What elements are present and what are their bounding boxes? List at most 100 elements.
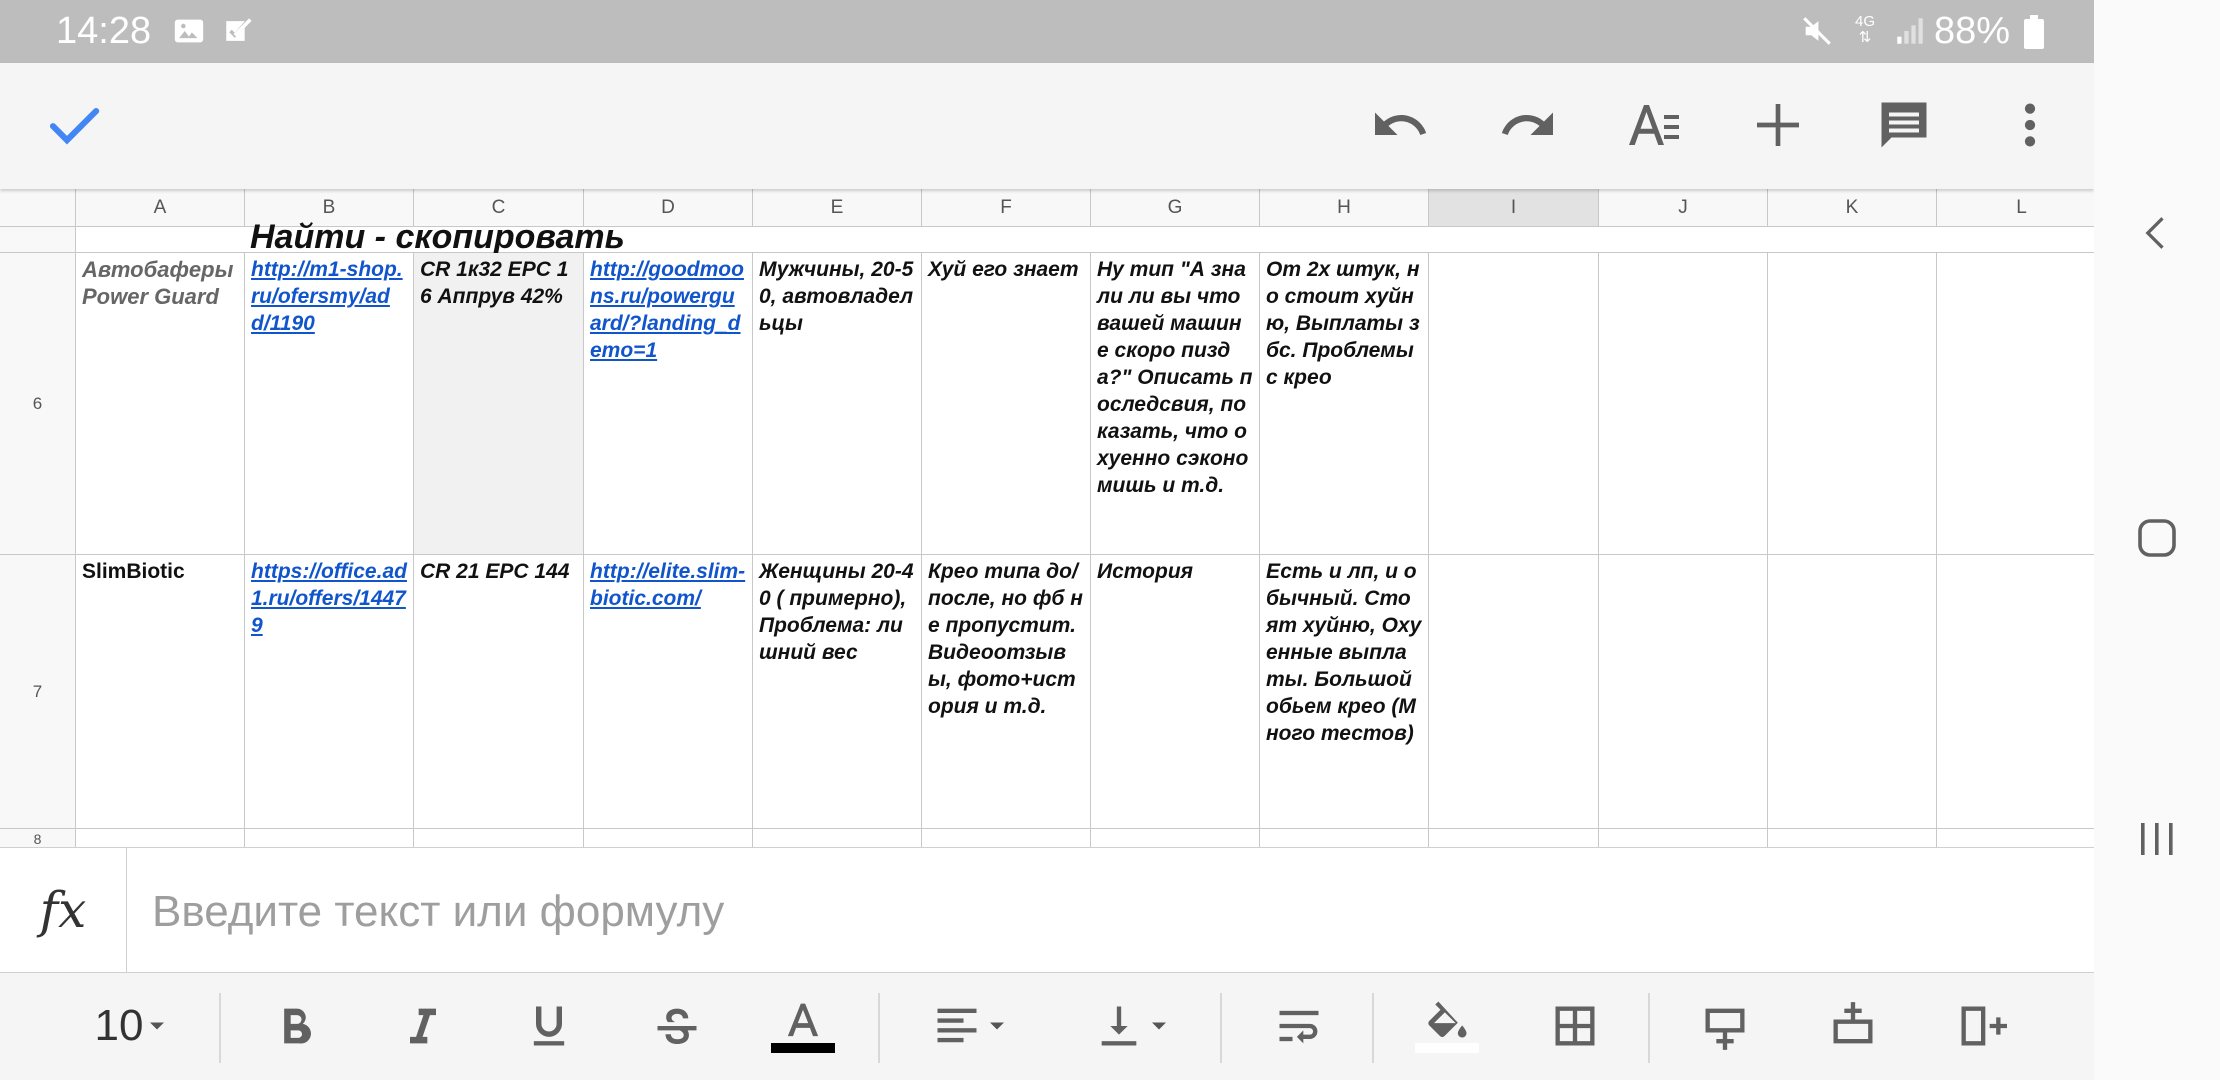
spreadsheet-grid[interactable]: A B C D E F G H I J K L Найти - скопиров… [0,189,2094,847]
gallery-icon [172,14,206,48]
navigation-bar [2094,0,2220,1080]
add-icon[interactable] [1746,93,1810,157]
italic-icon[interactable] [390,993,456,1059]
cell-l6[interactable] [1937,253,2094,555]
cell-l7[interactable] [1937,555,2094,829]
comment-icon[interactable] [1872,93,1936,157]
cell-c8[interactable] [414,829,584,847]
cell-f6[interactable]: Хуй его знает [922,253,1091,555]
text-format-icon[interactable] [1622,93,1686,157]
insert-row-below-icon[interactable] [1692,993,1758,1059]
cell-h6[interactable]: От 2х штук, но стоит хуйню, Выплаты збс.… [1260,253,1429,555]
status-time: 14:28 [56,10,152,52]
cell-j7[interactable] [1599,555,1768,829]
status-bar: 14:28 4G ⇅ 88% [0,0,2094,63]
home-icon[interactable] [2124,505,2190,571]
partial-row-title: Найти - скопировать [250,218,625,256]
select-all-corner[interactable] [0,189,76,227]
check-square-icon [222,14,256,48]
check-icon[interactable] [42,93,106,157]
insert-row-above-icon[interactable] [1820,993,1886,1059]
cell-d7-link[interactable]: http://elite.slim-biotic.com/ [584,555,753,829]
action-bar [0,63,2094,189]
cell-e8[interactable] [753,829,922,847]
cell-g6[interactable]: Ну тип "А знали ли вы что вашей машине с… [1091,253,1260,555]
cell-f7[interactable]: Крео типа до/после, но фб не пропустит. … [922,555,1091,829]
recents-icon[interactable] [2124,806,2190,872]
signal-icon [1893,14,1927,48]
column-header-e[interactable]: E [753,189,922,227]
toolbar-divider [1648,993,1650,1063]
text-color-icon[interactable] [770,993,836,1059]
cell-b7-link[interactable]: https://office.ad1.ru/offers/14479 [245,555,414,829]
column-header-a[interactable]: A [76,189,245,227]
text-color-swatch [771,1043,835,1053]
cell-i8[interactable] [1429,829,1599,847]
row-header-5[interactable] [0,227,76,253]
strikethrough-icon[interactable] [644,993,710,1059]
cell-k7[interactable] [1768,555,1937,829]
insert-column-icon[interactable] [1948,993,2014,1059]
row-header-8[interactable]: 8 [0,829,76,847]
cell-a8[interactable] [76,829,245,847]
cell-a6[interactable]: Автобаферы Power Guard [76,253,245,555]
text-wrap-icon[interactable] [1266,993,1332,1059]
bold-icon[interactable] [262,993,328,1059]
toolbar-divider [219,993,221,1063]
cell-l8[interactable] [1937,829,2094,847]
battery-icon [2024,15,2044,49]
column-header-j[interactable]: J [1599,189,1768,227]
mute-icon [1800,14,1834,48]
back-icon[interactable] [2124,200,2190,266]
toolbar-divider [878,993,880,1063]
cell-g8[interactable] [1091,829,1260,847]
network-label: 4G [1854,13,1875,30]
vertical-align-icon[interactable] [1088,993,1178,1059]
cell-c6[interactable]: CR 1к32 EPC 16 Аппрув 42% [414,253,584,555]
cell-d8[interactable] [584,829,753,847]
cell-i7[interactable] [1429,555,1599,829]
fx-icon: fx [0,848,127,972]
cell-i6[interactable] [1429,253,1599,555]
cell-c7[interactable]: CR 21 EPC 144 [414,555,584,829]
formula-bar: fx [0,847,2094,973]
horizontal-align-icon[interactable] [926,993,1016,1059]
screen: 14:28 4G ⇅ 88% A B C D E F G H I J K L Н… [0,0,2220,1080]
cell-k6[interactable] [1768,253,1937,555]
cell-g7[interactable]: История [1091,555,1260,829]
battery-percent: 88% [1933,10,2010,52]
row-header-6[interactable]: 6 [0,253,76,555]
cell-e6[interactable]: Мужчины, 20-50, автовладельцы [753,253,922,555]
cell-e7[interactable]: Женщины 20-40 ( примерно), Проблема: лиш… [753,555,922,829]
column-header-f[interactable]: F [922,189,1091,227]
fill-color-icon[interactable] [1414,993,1480,1059]
cell-f8[interactable] [922,829,1091,847]
cell-b6-link[interactable]: http://m1-shop.ru/ofersmy/add/1190 [245,253,414,555]
cell-a7[interactable]: SlimBiotic [76,555,245,829]
cell-b8[interactable] [245,829,414,847]
cell-j6[interactable] [1599,253,1768,555]
toolbar-divider [1220,993,1222,1063]
column-header-h[interactable]: H [1260,189,1429,227]
underline-icon[interactable] [516,993,582,1059]
column-header-i[interactable]: I [1429,189,1599,227]
more-vert-icon[interactable] [1998,93,2062,157]
column-header-g[interactable]: G [1091,189,1260,227]
column-header-k[interactable]: K [1768,189,1937,227]
format-toolbar: 10 [0,973,2094,1080]
column-header-l[interactable]: L [1937,189,2094,227]
sheets-app: 14:28 4G ⇅ 88% A B C D E F G H I J K L Н… [0,0,2094,1080]
row-header-7[interactable]: 7 [0,555,76,829]
cell-h7[interactable]: Есть и лп, и обычный. Стоят хуйню, Охуен… [1260,555,1429,829]
fill-color-swatch [1415,1043,1479,1053]
borders-icon[interactable] [1542,993,1608,1059]
cell-k8[interactable] [1768,829,1937,847]
redo-icon[interactable] [1496,93,1560,157]
cell-j8[interactable] [1599,829,1768,847]
font-size-value: 10 [94,1001,144,1050]
cell-d6-link[interactable]: http://goodmoons.ru/powerguard/?landing_… [584,253,753,555]
cell-h8[interactable] [1260,829,1429,847]
formula-input[interactable] [152,884,2052,940]
font-size-dropdown[interactable]: 10 [78,993,188,1059]
undo-icon[interactable] [1368,93,1432,157]
